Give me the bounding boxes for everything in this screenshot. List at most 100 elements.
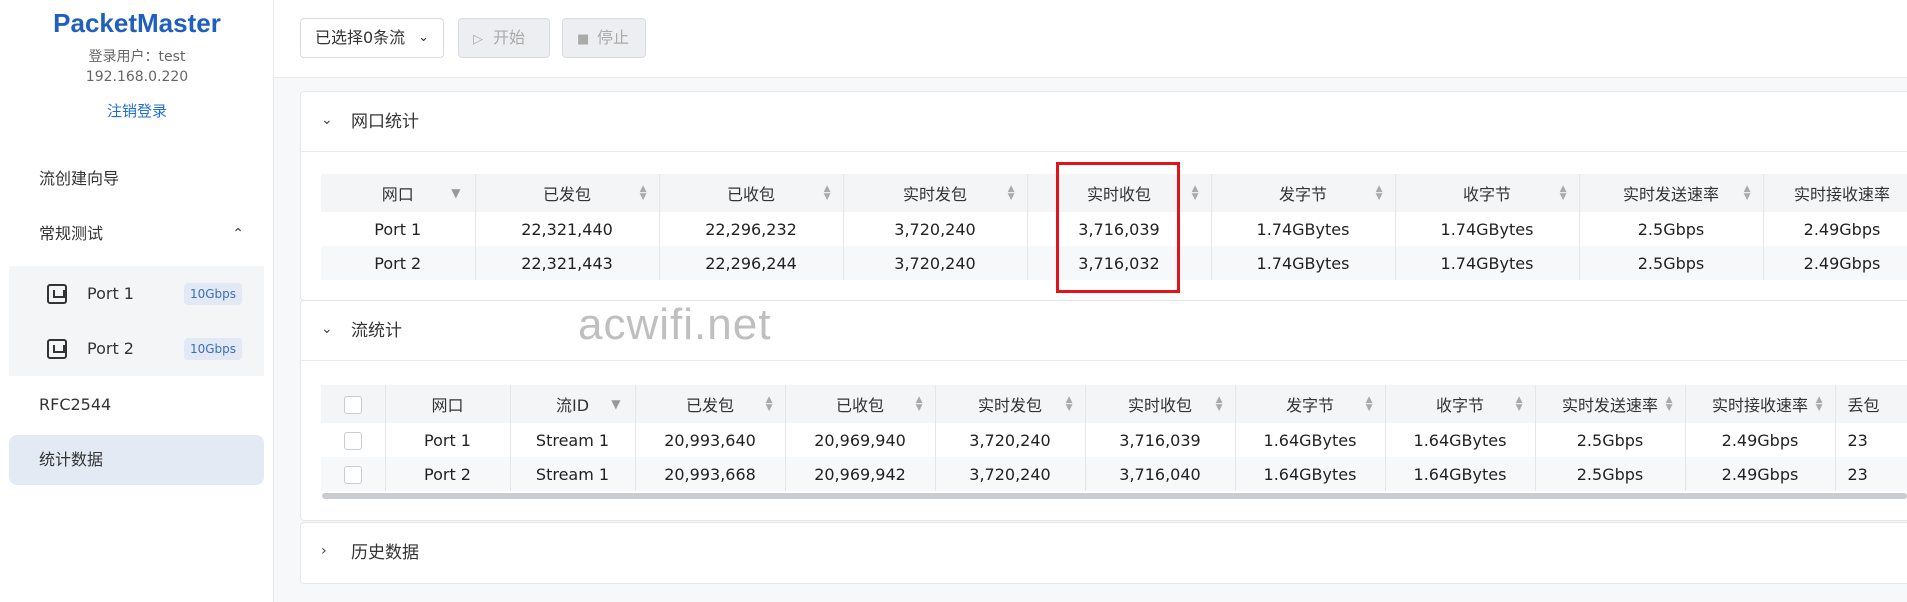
column-header[interactable]: 发字节 ▲ ▼ <box>1235 385 1386 423</box>
table-cell: 2.49Gbps <box>1685 423 1836 457</box>
column-header-label: 已收包 <box>835 396 884 415</box>
stop-label: 停止 <box>597 28 630 47</box>
sort-icon[interactable]: ▲ ▼ <box>1066 396 1073 413</box>
row-checkbox[interactable] <box>343 465 362 484</box>
sort-icon[interactable]: ▲ ▼ <box>1666 396 1673 413</box>
sort-icon[interactable]: ▲ ▼ <box>1192 185 1199 202</box>
history-header[interactable]: › 历史数据 <box>301 523 1907 583</box>
logout-link[interactable]: 注销登录 <box>0 100 274 121</box>
table-cell: 1.74GBytes <box>1395 246 1580 280</box>
table-cell: 22,321,440 <box>475 212 660 246</box>
column-header[interactable]: 流ID ▼ <box>510 385 636 423</box>
row-checkbox[interactable] <box>343 431 362 450</box>
sort-icon[interactable]: ▲ ▼ <box>1816 396 1823 413</box>
sort-icon[interactable]: ▲ ▼ <box>824 185 831 202</box>
select-all-checkbox[interactable] <box>343 395 362 414</box>
column-header-label: 实时收包 <box>1086 185 1151 204</box>
sort-icon[interactable]: ▲ ▼ <box>766 396 773 413</box>
sort-icon[interactable]: ▲ ▼ <box>916 396 923 413</box>
sort-icon[interactable]: ▲ ▼ <box>1008 185 1015 202</box>
start-label: 开始 <box>493 28 526 47</box>
column-header[interactable]: 实时接收速率 ▲ ▼ <box>1685 385 1836 423</box>
stream-stats-panel: ⌄ 流统计 网口 流ID ▼ 已发包 ▲ ▼ 已收包 ▲ ▼ 实时发包 ▲ ▼ 实时收包 ▲ ▼ <box>300 300 1907 521</box>
column-header-label: 网口 <box>431 396 464 415</box>
column-header[interactable]: 丢包 <box>1835 385 1907 423</box>
column-header[interactable]: 实时收包 ▲ ▼ <box>1085 385 1236 423</box>
sort-icon[interactable]: ▲ ▼ <box>1376 185 1383 202</box>
sort-icon[interactable]: ▲ ▼ <box>1516 396 1523 413</box>
table-cell: 22,296,244 <box>659 246 844 280</box>
table-cell: 3,716,039 <box>1085 423 1236 457</box>
speed-badge: 10Gbps <box>183 283 242 305</box>
stream-stats-header[interactable]: ⌄ 流统计 <box>301 301 1907 361</box>
main-content: 已选择0条流 ⌄ ▷ 开始 ■ 停止 ⌄ 网口统计 网口 ▼ 已发包 ▲ ▼ 已… <box>274 0 1907 602</box>
sidebar-item-port-1[interactable]: Port 1 10Gbps <box>9 266 264 321</box>
column-header[interactable]: 已收包 ▲ ▼ <box>659 174 844 212</box>
sort-icon[interactable]: ▲ ▼ <box>1560 185 1567 202</box>
column-header[interactable]: 网口 ▼ <box>321 174 476 212</box>
select-all-checkbox-cell[interactable] <box>321 385 386 423</box>
column-header[interactable]: 实时发包 ▲ ▼ <box>843 174 1028 212</box>
column-header-label: 实时发包 <box>902 185 967 204</box>
stream-select-dropdown[interactable]: 已选择0条流 ⌄ <box>300 18 444 58</box>
row-checkbox-cell[interactable] <box>321 423 386 457</box>
row-checkbox-cell[interactable] <box>321 457 386 491</box>
table-cell: 22,321,443 <box>475 246 660 280</box>
table-cell: 1.64GBytes <box>1385 457 1536 491</box>
filter-icon[interactable]: ▼ <box>451 186 460 200</box>
port-stats-header[interactable]: ⌄ 网口统计 <box>301 92 1907 152</box>
column-header-label: 实时接收速率 <box>1793 185 1890 204</box>
column-header[interactable]: 已发包 ▲ ▼ <box>475 174 660 212</box>
table-row: Port 2 22,321,443 22,296,244 3,720,240 3… <box>321 246 1907 280</box>
sort-icon[interactable]: ▲ ▼ <box>640 185 647 202</box>
column-header[interactable]: 实时发送速率 ▲ ▼ <box>1579 174 1764 212</box>
column-header-label: 已发包 <box>685 396 734 415</box>
sidebar-item-port-2[interactable]: Port 2 10Gbps <box>9 321 264 376</box>
table-cell: Stream 1 <box>510 423 636 457</box>
port-label: Port 2 <box>87 339 134 358</box>
nav-rfc2544[interactable]: RFC2544 <box>9 380 264 430</box>
table-cell: 2.5Gbps <box>1535 457 1686 491</box>
column-header[interactable]: 发字节 ▲ ▼ <box>1211 174 1396 212</box>
table-row: Port 2 Stream 1 20,993,668 20,969,942 3,… <box>321 457 1907 491</box>
sort-icon[interactable]: ▲ ▼ <box>1366 396 1373 413</box>
nav-statistics[interactable]: 统计数据 <box>9 435 264 485</box>
column-header-label: 实时发送速率 <box>1561 396 1658 415</box>
port-stats-table: 网口 ▼ 已发包 ▲ ▼ 已收包 ▲ ▼ 实时发包 ▲ ▼ 实时收包 ▲ ▼ 发字节 ▲ ▼ 收字节 ▲… <box>321 174 1907 280</box>
table-cell: 1.74GBytes <box>1395 212 1580 246</box>
column-header[interactable]: 收字节 ▲ ▼ <box>1395 174 1580 212</box>
table-cell: 2.49Gbps <box>1685 457 1836 491</box>
table-cell: 1.64GBytes <box>1235 457 1386 491</box>
column-header[interactable]: 实时收包 ▲ ▼ <box>1027 174 1212 212</box>
port-stats-title: 网口统计 <box>351 112 419 132</box>
table-cell: Stream 1 <box>510 457 636 491</box>
column-header-label: 实时发包 <box>977 396 1042 415</box>
stream-select-label: 已选择0条流 <box>315 28 406 47</box>
nav-regular-test-label: 常规测试 <box>39 224 104 243</box>
column-header[interactable]: 已收包 ▲ ▼ <box>785 385 936 423</box>
table-cell: 2.49Gbps <box>1763 246 1907 280</box>
app-root: PacketMaster 登录用户：test 192.168.0.220 注销登… <box>0 0 1907 602</box>
table-cell: 1.64GBytes <box>1385 423 1536 457</box>
table-cell: 23 <box>1835 457 1907 491</box>
start-button[interactable]: ▷ 开始 <box>458 18 550 58</box>
port-label: Port 1 <box>87 284 134 303</box>
column-header[interactable]: 收字节 ▲ ▼ <box>1385 385 1536 423</box>
table-cell: 20,969,942 <box>785 457 936 491</box>
column-header[interactable]: 实时接收速率 <box>1763 174 1907 212</box>
column-header[interactable]: 实时发包 ▲ ▼ <box>935 385 1086 423</box>
column-header[interactable]: 网口 <box>385 385 511 423</box>
column-header-label: 丢包 <box>1847 396 1880 415</box>
speed-badge: 10Gbps <box>183 338 242 360</box>
table-header-row: 网口 流ID ▼ 已发包 ▲ ▼ 已收包 ▲ ▼ 实时发包 ▲ ▼ 实时收包 ▲ ▼ 发字节 ▲ ▼ … <box>321 385 1907 423</box>
nav-stream-wizard[interactable]: 流创建向导 <box>9 154 264 204</box>
sort-icon[interactable]: ▲ ▼ <box>1744 185 1751 202</box>
sort-icon[interactable]: ▲ ▼ <box>1216 396 1223 413</box>
nav-regular-test[interactable]: 常规测试 ⌃ <box>9 209 264 259</box>
stop-button[interactable]: ■ 停止 <box>562 18 646 58</box>
horizontal-scrollbar[interactable] <box>322 493 1907 499</box>
column-header[interactable]: 已发包 ▲ ▼ <box>635 385 786 423</box>
filter-icon[interactable]: ▼ <box>611 397 620 411</box>
table-cell: 2.5Gbps <box>1535 423 1686 457</box>
column-header[interactable]: 实时发送速率 ▲ ▼ <box>1535 385 1686 423</box>
